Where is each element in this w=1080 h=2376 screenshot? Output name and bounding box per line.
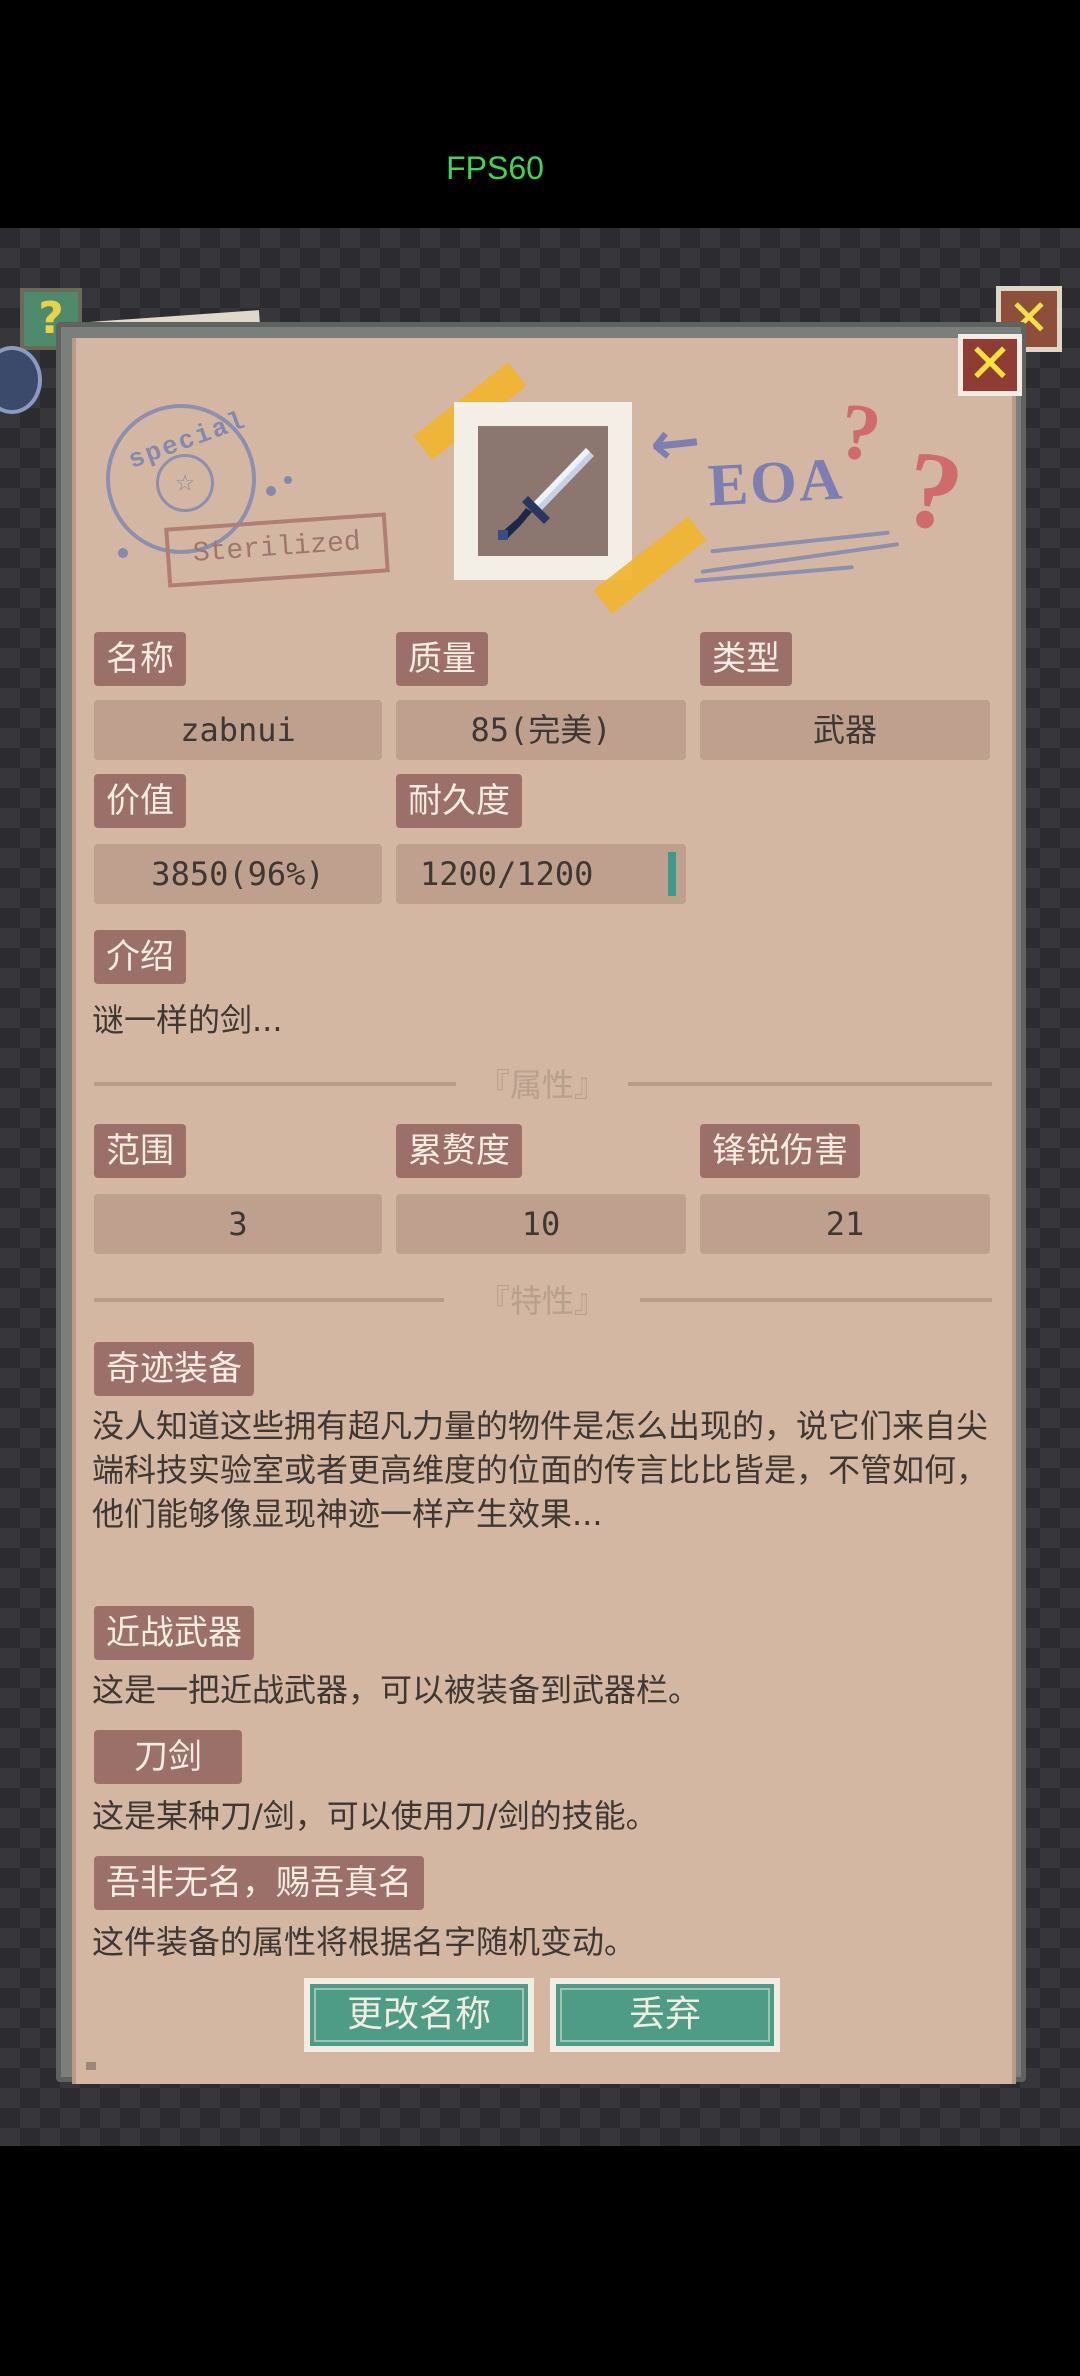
corner-mark — [86, 2062, 96, 2070]
trait-description: 这是一把近战武器，可以被装备到武器栏。 — [92, 1671, 701, 1709]
sword-icon — [498, 448, 594, 540]
ink-dot — [284, 476, 292, 484]
value-value: 3850(96%) — [94, 844, 382, 904]
range-label: 范围 — [94, 1124, 186, 1178]
name-label: 名称 — [94, 632, 186, 686]
discard-button[interactable]: 丢弃 — [550, 1978, 780, 2052]
type-label: 类型 — [700, 632, 792, 686]
intro-label: 介绍 — [94, 930, 186, 984]
trait-description: 这件装备的属性将根据名字随机变动。 — [92, 1923, 637, 1961]
fatigue-value: 10 — [396, 1194, 686, 1254]
item-image — [478, 426, 608, 556]
ink-dot — [266, 486, 276, 496]
ink-dot — [118, 548, 128, 558]
fatigue-label: 累赘度 — [396, 1124, 522, 1178]
type-value: 武器 — [700, 700, 990, 760]
quality-value: 85(完美) — [396, 700, 686, 760]
close-button[interactable]: ✕ — [958, 334, 1022, 396]
durability-bar — [668, 852, 676, 896]
divider-right — [640, 1298, 992, 1302]
star-icon: ☆ — [156, 454, 214, 512]
name-value[interactable]: zabnui — [94, 700, 382, 760]
divider-left — [94, 1082, 456, 1086]
sharp-damage-label: 锋锐伤害 — [700, 1124, 860, 1178]
trait-description: 没人知道这些拥有超凡力量的物件是怎么出现的，说它们来自尖端科技实验室或者更高维度… — [92, 1407, 989, 1533]
sharp-damage-value: 21 — [700, 1194, 990, 1254]
close-icon: ✕ — [967, 332, 1013, 395]
durability-label: 耐久度 — [396, 774, 522, 828]
arrow-decoration: ← — [646, 405, 704, 481]
range-value: 3 — [94, 1194, 382, 1254]
value-label: 价值 — [94, 774, 186, 828]
rename-button[interactable]: 更改名称 — [304, 1978, 534, 2052]
trait-label: 吾非无名，赐吾真名 — [94, 1856, 424, 1910]
trait-label: 奇迹装备 — [94, 1342, 254, 1396]
divider-right — [628, 1082, 992, 1086]
intro-text: 谜一样的剑... — [92, 1001, 283, 1039]
divider-left — [94, 1298, 444, 1302]
durability-value: 1200/1200 — [396, 844, 686, 904]
attributes-title: 『属性』 — [477, 1066, 606, 1104]
item-image-frame — [454, 402, 632, 580]
trait-label: 刀剑 — [94, 1730, 242, 1784]
trait-description: 这是某种刀/剑，可以使用刀/剑的技能。 — [92, 1797, 658, 1835]
eoa-logo: EOA — [706, 445, 846, 519]
traits-title: 『特性』 — [477, 1282, 606, 1320]
fps-counter: FPS60 — [446, 150, 544, 186]
quality-label: 质量 — [396, 632, 488, 686]
trait-label: 近战武器 — [94, 1606, 254, 1660]
